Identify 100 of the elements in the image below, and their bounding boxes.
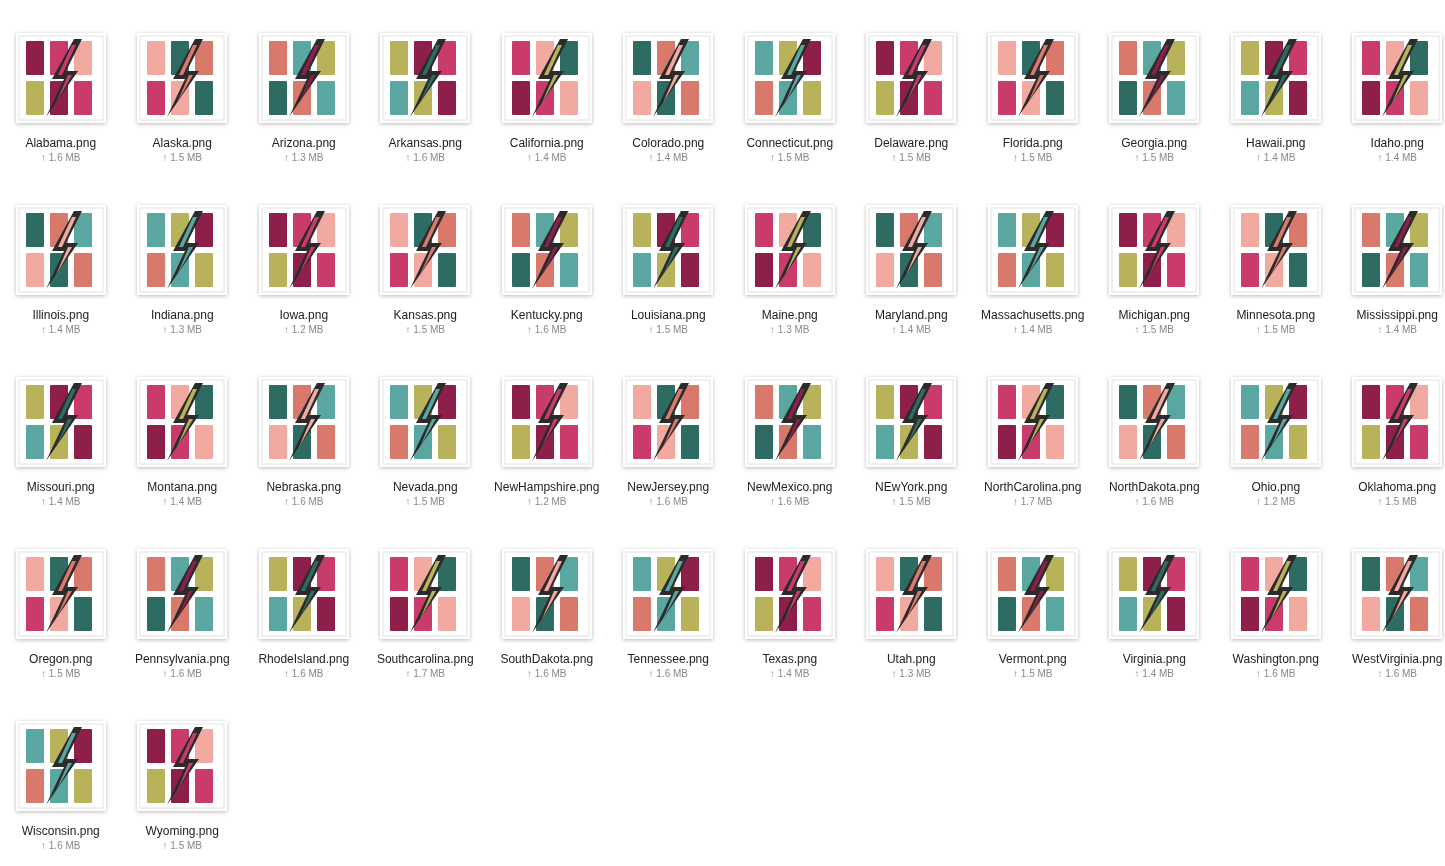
file-name: Alabama.png (25, 136, 97, 151)
file-size: ↑ 1.5 MB (162, 151, 202, 164)
file-name: Oklahoma.png (1358, 480, 1437, 495)
file-name: Montana.png (147, 480, 218, 495)
file-name: Utah.png (886, 652, 936, 667)
file-size: ↑ 1.4 MB (1377, 323, 1417, 336)
file-name: Vermont.png (998, 652, 1067, 667)
file-name: California.png (509, 136, 584, 151)
file-size: ↑ 1.2 MB (284, 323, 324, 336)
file-name: NewJersey.png (627, 480, 710, 495)
file-size: ↑ 1.5 MB (1134, 323, 1174, 336)
file-size: ↑ 1.4 MB (770, 667, 810, 680)
file-name: Nebraska.png (266, 480, 342, 495)
file-name: Arkansas.png (388, 136, 462, 151)
file-name: Kentucky.png (510, 308, 583, 323)
file-name: Oregon.png (29, 652, 93, 667)
file-name: Mississippi.png (1356, 308, 1438, 323)
file-name: Massachusetts.png (981, 308, 1085, 323)
file-name: Texas.png (762, 652, 818, 667)
file-name: NewHampshire.png (494, 480, 600, 495)
file-size: ↑ 1.2 MB (1256, 495, 1296, 508)
file-size: ↑ 1.4 MB (891, 323, 931, 336)
file-name: Michigan.png (1118, 308, 1190, 323)
file-size: ↑ 1.7 MB (1013, 495, 1053, 508)
file-size: ↑ 1.5 MB (891, 495, 931, 508)
file-name: Maryland.png (874, 308, 948, 323)
file-name: RhodeIsland.png (258, 652, 350, 667)
file-size: ↑ 1.5 MB (162, 839, 202, 852)
file-name: Indiana.png (150, 308, 214, 323)
file-size: ↑ 1.4 MB (527, 151, 567, 164)
file-size: ↑ 1.5 MB (891, 151, 931, 164)
file-size: ↑ 1.6 MB (648, 495, 688, 508)
file-size: ↑ 1.6 MB (770, 495, 810, 508)
file-name: Louisiana.png (630, 308, 706, 323)
file-size: ↑ 1.6 MB (41, 151, 81, 164)
file-size: ↑ 1.6 MB (1134, 495, 1174, 508)
file-size: ↑ 1.3 MB (162, 323, 202, 336)
file-size: ↑ 1.6 MB (1256, 667, 1296, 680)
file-name: Tennessee.png (627, 652, 709, 667)
file-size: ↑ 1.4 MB (648, 151, 688, 164)
file-size: ↑ 1.6 MB (527, 667, 567, 680)
file-size: ↑ 1.2 MB (527, 495, 567, 508)
file-size: ↑ 1.4 MB (162, 495, 202, 508)
file-name: NorthCarolina.png (984, 480, 1082, 495)
file-size: ↑ 1.3 MB (891, 667, 931, 680)
file-size: ↑ 1.5 MB (1013, 667, 1053, 680)
file-size: ↑ 1.4 MB (41, 323, 81, 336)
file-name: SouthDakota.png (500, 652, 594, 667)
file-name: WestVirginia.png (1352, 652, 1443, 667)
file-size: ↑ 1.6 MB (405, 151, 445, 164)
file-size: ↑ 1.6 MB (1377, 667, 1417, 680)
file-size: ↑ 1.6 MB (284, 495, 324, 508)
file-name: Wyoming.png (145, 824, 219, 839)
file-name: Minnesota.png (1236, 308, 1316, 323)
file-size: ↑ 1.5 MB (648, 323, 688, 336)
file-name: Wisconsin.png (21, 824, 100, 839)
file-size: ↑ 1.3 MB (770, 323, 810, 336)
file-name: Maine.png (761, 308, 818, 323)
file-name: Nevada.png (392, 480, 458, 495)
file-size: ↑ 1.4 MB (1013, 323, 1053, 336)
file-name: Missouri.png (26, 480, 95, 495)
file-name: Arizona.png (271, 136, 336, 151)
file-name: Hawaii.png (1246, 136, 1306, 151)
file-name: Idaho.png (1370, 136, 1424, 151)
file-size: ↑ 1.4 MB (1377, 151, 1417, 164)
file-name: Connecticut.png (746, 136, 834, 151)
file-name: NewMexico.png (747, 480, 833, 495)
file-size: ↑ 1.4 MB (1134, 667, 1174, 680)
file-name: Colorado.png (632, 136, 705, 151)
file-name: Iowa.png (279, 308, 329, 323)
file-size: ↑ 1.4 MB (1256, 151, 1296, 164)
file-name: Virginia.png (1122, 652, 1186, 667)
file-size: ↑ 1.4 MB (41, 495, 81, 508)
file-name: Illinois.png (32, 308, 90, 323)
file-size: ↑ 1.6 MB (41, 839, 81, 852)
file-name: Delaware.png (874, 136, 949, 151)
file-name: Kansas.png (393, 308, 457, 323)
file-name: Florida.png (1002, 136, 1063, 151)
file-name: NEwYork.png (875, 480, 948, 495)
file-size: ↑ 1.5 MB (770, 151, 810, 164)
file-size: ↑ 1.5 MB (1256, 323, 1296, 336)
file-size: ↑ 1.5 MB (405, 323, 445, 336)
file-name: Ohio.png (1251, 480, 1301, 495)
file-name: Pennsylvania.png (134, 652, 230, 667)
file-size: ↑ 1.6 MB (162, 667, 202, 680)
file-name: Alaska.png (152, 136, 212, 151)
file-name: NorthDakota.png (1108, 480, 1200, 495)
file-size: ↑ 1.6 MB (527, 323, 567, 336)
file-size: ↑ 1.5 MB (1134, 151, 1174, 164)
file-size: ↑ 1.5 MB (405, 495, 445, 508)
file-size: ↑ 1.5 MB (1377, 495, 1417, 508)
file-size: ↑ 1.3 MB (284, 151, 324, 164)
file-name: Georgia.png (1121, 136, 1188, 151)
file-name: Southcarolina.png (376, 652, 474, 667)
file-size: ↑ 1.5 MB (41, 667, 81, 680)
file-size: ↑ 1.7 MB (405, 667, 445, 680)
file-size: ↑ 1.6 MB (284, 667, 324, 680)
file-size: ↑ 1.5 MB (1013, 151, 1053, 164)
file-name: Washington.png (1232, 652, 1319, 667)
file-size: ↑ 1.6 MB (648, 667, 688, 680)
